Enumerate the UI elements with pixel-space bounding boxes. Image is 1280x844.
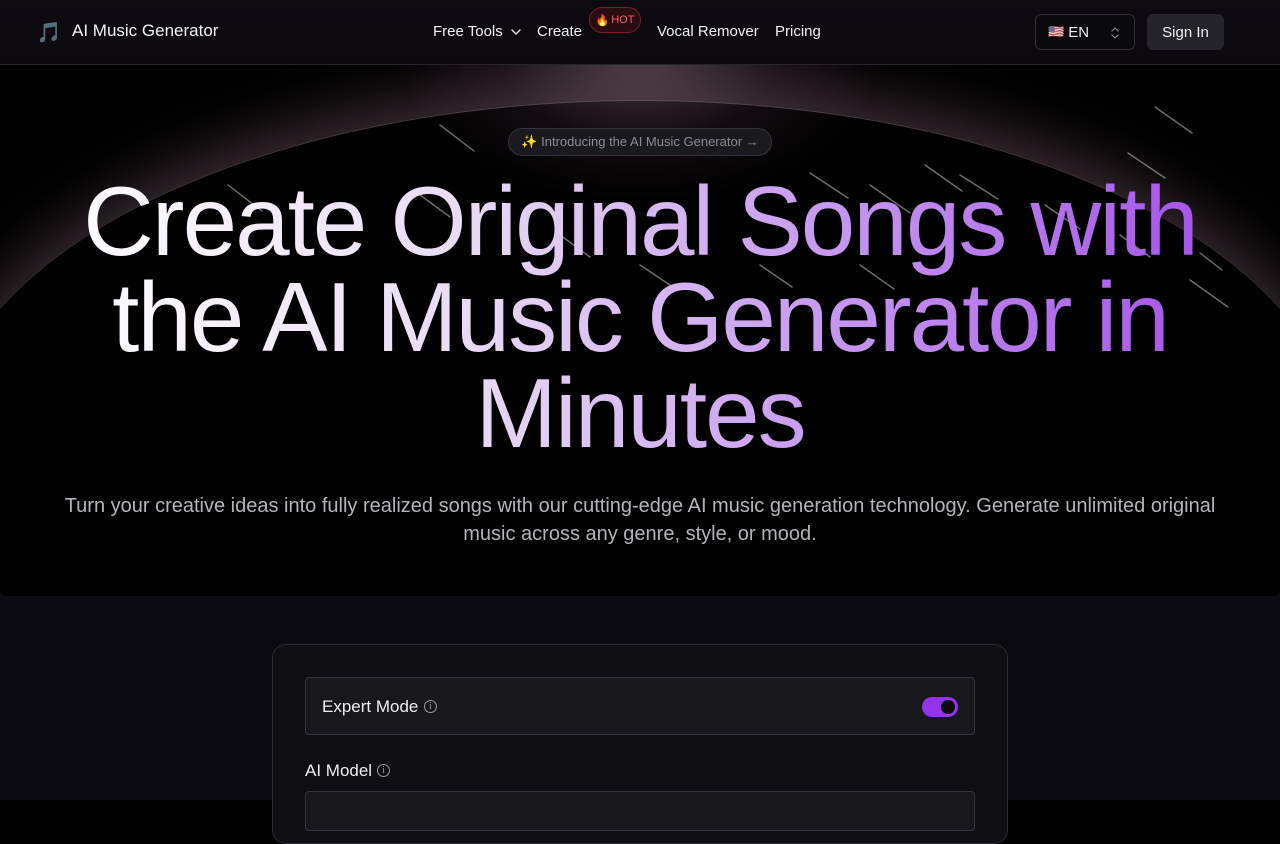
hero-headline: Create Original Songs with the AI Music … [40,172,1240,462]
expert-mode-row: Expert Mode i [305,677,975,735]
intro-pill-link[interactable]: ✨ Introducing the AI Music Generator → [508,128,772,156]
generator-section: Expert Mode i AI Model i [0,596,1280,844]
language-code: EN [1068,23,1090,41]
chevron-updown-icon [1111,27,1119,39]
us-flag-icon: 🇺🇸 [1048,24,1065,39]
info-icon[interactable]: i [377,764,390,777]
nav-free-tools[interactable]: Free Tools [433,23,523,40]
music-note-icon[interactable]: 🎵 [36,19,62,45]
hot-badge-label: HOT [611,14,635,26]
hero-section: ✨ Introducing the AI Music Generator → C… [0,65,1280,596]
info-icon[interactable]: i [424,700,437,713]
nav-pricing[interactable]: Pricing [775,23,821,40]
sign-in-button[interactable]: Sign In [1147,14,1224,50]
hero-subheadline: Turn your creative ideas into fully real… [64,495,1216,545]
expert-mode-toggle[interactable] [922,697,958,717]
brand-name[interactable]: AI Music Generator [72,21,218,41]
generator-card: Expert Mode i AI Model i [272,644,1008,844]
nav-vocal-remover[interactable]: Vocal Remover [657,23,759,40]
fire-icon: 🔥 [595,14,610,27]
top-navbar: 🎵 AI Music Generator Free Tools Create 🔥… [0,0,1280,65]
nav-create[interactable]: Create [537,23,582,40]
expert-mode-label: Expert Mode [322,697,419,716]
chevron-down-icon [511,28,521,35]
hot-badge: 🔥 HOT [589,7,641,33]
ai-model-label: AI Model [305,761,373,780]
ai-model-select[interactable] [305,791,975,831]
toggle-knob [941,700,955,714]
nav-free-tools-label: Free Tools [433,23,503,40]
language-select[interactable]: 🇺🇸 EN [1035,14,1135,50]
